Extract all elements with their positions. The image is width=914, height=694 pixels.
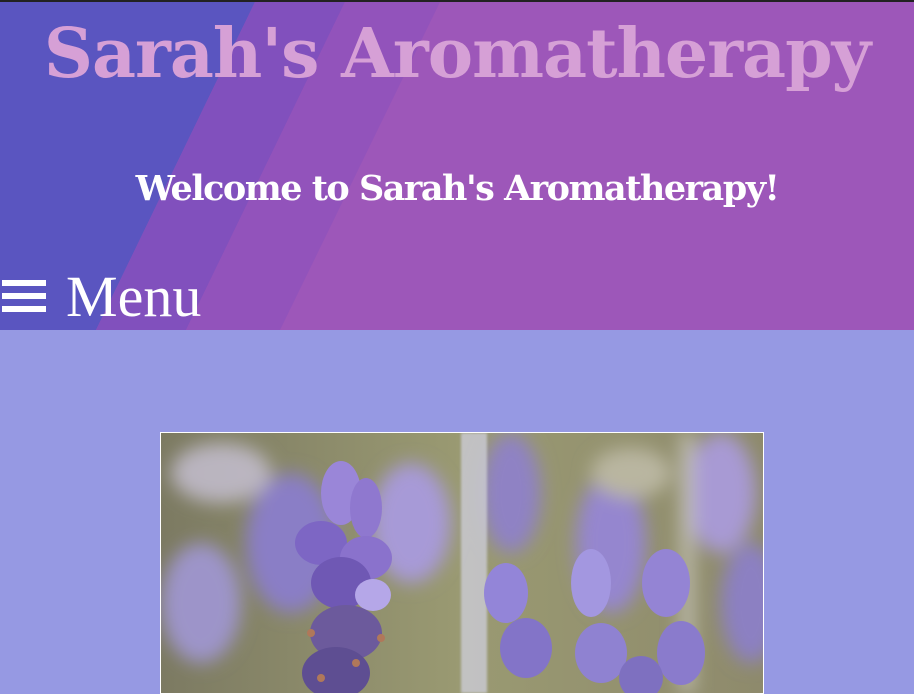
welcome-heading: Welcome to Sarah's Aromatherapy!	[135, 168, 780, 209]
menu-toggle-button[interactable]: Menu	[0, 263, 202, 329]
lavender-photo	[160, 432, 764, 694]
site-title: Sarah's Aromatherapy	[43, 14, 871, 94]
menu-label: Menu	[66, 263, 202, 329]
site-header: Sarah's Aromatherapy Welcome to Sarah's …	[0, 2, 914, 330]
hamburger-icon	[0, 276, 48, 316]
